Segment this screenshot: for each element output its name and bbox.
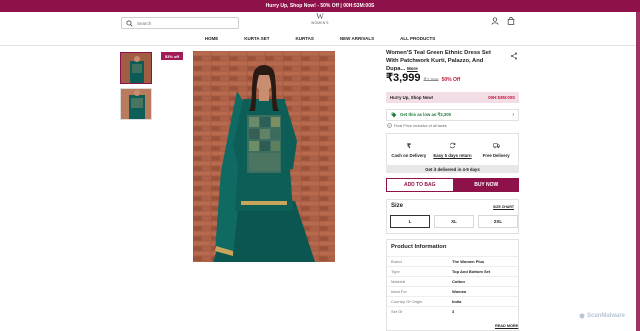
feature-strip: ₹ Cash on Delivery Easy 5 days return Fr… xyxy=(386,133,519,165)
info-row: Type Top And Bottom Set xyxy=(387,266,518,276)
logo-word: WOMEN'S xyxy=(311,21,329,25)
nav-kurta-set[interactable]: KURTA SET xyxy=(231,33,282,45)
share-icon[interactable] xyxy=(510,52,518,60)
feature-return[interactable]: Easy 5 days return xyxy=(431,134,475,165)
main-nav: HOME KURTA SET KURTAS NEW ARRIVALS ALL P… xyxy=(0,33,640,45)
watermark-text: ScanMalware xyxy=(587,313,626,319)
price-block: ₹3,999 ₹7,999 50% Off xyxy=(386,71,460,84)
info-row: Set Of 3 xyxy=(387,306,518,316)
thumbnail-2[interactable] xyxy=(120,88,152,120)
offer-row[interactable]: Get this as low as ₹3,300 › xyxy=(386,109,519,121)
size-option-l[interactable]: L xyxy=(390,215,430,228)
info-value: Women xyxy=(452,289,467,294)
scrollbar[interactable] xyxy=(636,12,640,331)
feature-return-label[interactable]: Easy 5 days return xyxy=(433,153,471,158)
delivery-estimate: Get it delivered in 4-9 days xyxy=(386,165,519,173)
info-row: Country Of Origin India xyxy=(387,296,518,306)
tax-note-text: Final Price inclusive of all taxes xyxy=(394,123,447,128)
sale-price: ₹3,999 xyxy=(386,72,421,84)
discount-text: 50% Off xyxy=(441,77,461,83)
size-heading: Size xyxy=(391,203,404,209)
info-value: The Women Plus xyxy=(452,259,485,264)
product-info: Women'S Teal Green Ethnic Dress Set With… xyxy=(386,50,520,74)
info-key: Ideal For xyxy=(391,289,407,294)
product-info-heading: Product Information xyxy=(391,244,447,250)
nav-kurtas[interactable]: KURTAS xyxy=(282,33,326,45)
buy-now-button[interactable]: BUY NOW xyxy=(453,178,519,192)
nav-all-products[interactable]: ALL PRODUCTS xyxy=(387,33,448,45)
thumbnail-image xyxy=(121,53,151,83)
product-title: Women'S Teal Green Ethnic Dress Set With… xyxy=(386,50,504,74)
nav-home[interactable]: HOME xyxy=(192,33,232,45)
product-information: Product Information Brand The Women Plus… xyxy=(386,239,519,331)
info-row: Ideal For Women xyxy=(387,286,518,296)
user-icon[interactable] xyxy=(491,17,499,25)
cta-buttons: ADD TO BAG BUY NOW xyxy=(386,178,519,192)
hurry-banner: Hurry Up, Shop Now! 00H:53M:00S xyxy=(386,92,519,103)
product-title-text: Women'S Teal Green Ethnic Dress Set With… xyxy=(386,50,491,72)
return-icon xyxy=(449,142,456,148)
tax-note: Final Price inclusive of all taxes xyxy=(387,123,447,128)
info-key: Brand xyxy=(391,259,402,264)
size-option-2xl[interactable]: 2XL xyxy=(478,215,518,228)
info-value: Top And Bottom Set xyxy=(452,269,491,274)
product-photo xyxy=(193,51,335,262)
offer-text: Get this as low as ₹3,300 xyxy=(400,112,451,117)
add-to-bag-button[interactable]: ADD TO BAG xyxy=(386,178,454,192)
feature-delivery: Free Delivery xyxy=(474,134,518,165)
feature-delivery-label: Free Delivery xyxy=(482,152,510,158)
thumbnail-1[interactable] xyxy=(120,52,152,84)
svg-text:₹: ₹ xyxy=(407,142,412,148)
size-selector: Size SIZE CHART L XL 2XL xyxy=(386,199,519,234)
truck-icon xyxy=(492,142,500,148)
info-key: Set Of xyxy=(391,309,403,314)
search-input[interactable] xyxy=(137,20,227,26)
info-key: Type xyxy=(391,269,400,274)
tag-icon xyxy=(391,112,397,118)
info-row: Brand The Women Plus xyxy=(387,256,518,266)
original-price: ₹7,999 xyxy=(423,78,439,83)
search-box[interactable] xyxy=(121,17,239,29)
info-key: Country Of Origin xyxy=(391,299,423,304)
promo-bar: Hurry Up, Shop Now! - 50% Off | 00H:53M:… xyxy=(0,0,640,12)
promo-timer: 00H:53M:00S xyxy=(343,3,375,9)
hurry-text: Hurry Up, Shop Now! xyxy=(390,95,434,100)
info-key: Material xyxy=(391,279,406,284)
size-chart-link[interactable]: SIZE CHART xyxy=(493,205,514,209)
feature-cod: ₹ Cash on Delivery xyxy=(387,134,431,165)
watermark: ScanMalware xyxy=(579,313,625,319)
info-value: 3 xyxy=(452,309,455,314)
size-option-xl[interactable]: XL xyxy=(434,215,474,228)
thumbnail-image xyxy=(121,89,151,119)
rupee-icon: ₹ xyxy=(407,142,412,148)
logo-mark: W xyxy=(316,12,324,21)
chevron-right-icon: › xyxy=(512,112,514,118)
info-value: India xyxy=(452,299,462,304)
info-value: Cotton xyxy=(452,279,465,284)
check-circle-icon xyxy=(387,123,392,128)
promo-text: Hurry Up, Shop Now! - 50% Off xyxy=(265,3,339,9)
shield-icon xyxy=(579,313,585,319)
info-row: Material Cotton xyxy=(387,276,518,286)
site-logo[interactable]: W WOMEN'S xyxy=(306,13,334,31)
hurry-timer: 00H:53M:00S xyxy=(488,95,515,100)
search-icon xyxy=(126,19,133,27)
nav-new-arrivals[interactable]: NEW ARRIVALS xyxy=(327,33,387,45)
discount-badge: 53% off xyxy=(161,52,183,60)
product-main-image[interactable] xyxy=(193,51,335,262)
bag-icon[interactable] xyxy=(507,17,515,25)
header-divider xyxy=(0,45,636,46)
feature-cod-label: Cash on Delivery xyxy=(391,152,427,158)
read-more-link[interactable]: READ MORE xyxy=(495,324,518,328)
